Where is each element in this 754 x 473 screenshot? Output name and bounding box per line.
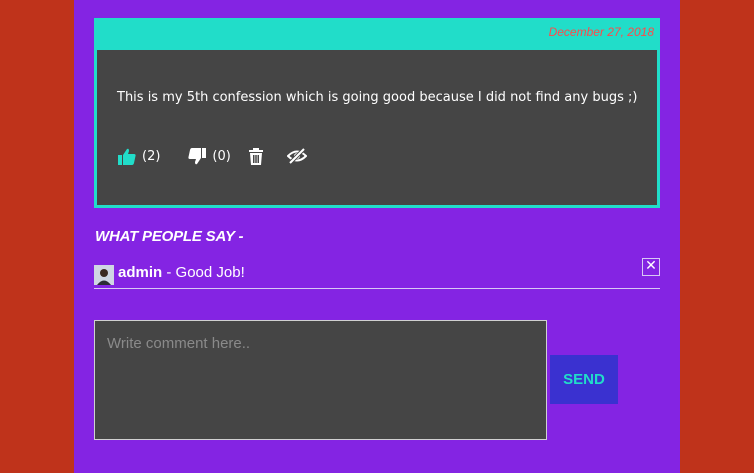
- main-panel: December 27, 2018 This is my 5th confess…: [74, 0, 680, 473]
- confession-text: This is my 5th confession which is going…: [117, 90, 638, 105]
- confession-card: December 27, 2018 This is my 5th confess…: [94, 18, 660, 208]
- confession-date: December 27, 2018: [548, 25, 654, 39]
- close-icon: ✕: [645, 258, 657, 274]
- delete-button[interactable]: [248, 147, 263, 165]
- trash-icon: [248, 147, 263, 165]
- thumbs-up-icon: [118, 148, 136, 165]
- comment-input[interactable]: [94, 320, 547, 440]
- avatar: [94, 265, 114, 285]
- eye-slash-icon: [286, 148, 307, 164]
- like-button[interactable]: (2): [118, 148, 160, 165]
- comment-separator: -: [162, 264, 176, 281]
- hide-button[interactable]: [286, 148, 307, 164]
- send-button[interactable]: SEND: [550, 355, 618, 404]
- like-count: (2): [142, 148, 161, 164]
- thumbs-down-icon: [188, 147, 207, 165]
- comments-title: WHAT PEOPLE SAY -: [95, 228, 244, 245]
- dislike-button[interactable]: (0): [188, 147, 231, 165]
- comment-body: Good Job!: [175, 264, 245, 281]
- delete-comment-button[interactable]: ✕: [642, 258, 660, 276]
- confession-actions: (2) (0): [118, 146, 307, 166]
- dislike-count: (0): [212, 148, 231, 164]
- comment-item: admin - Good Job! ✕: [94, 256, 660, 289]
- comment-author: admin: [118, 264, 163, 281]
- confession-body: This is my 5th confession which is going…: [97, 50, 657, 205]
- comment-text: admin - Good Job!: [118, 264, 245, 281]
